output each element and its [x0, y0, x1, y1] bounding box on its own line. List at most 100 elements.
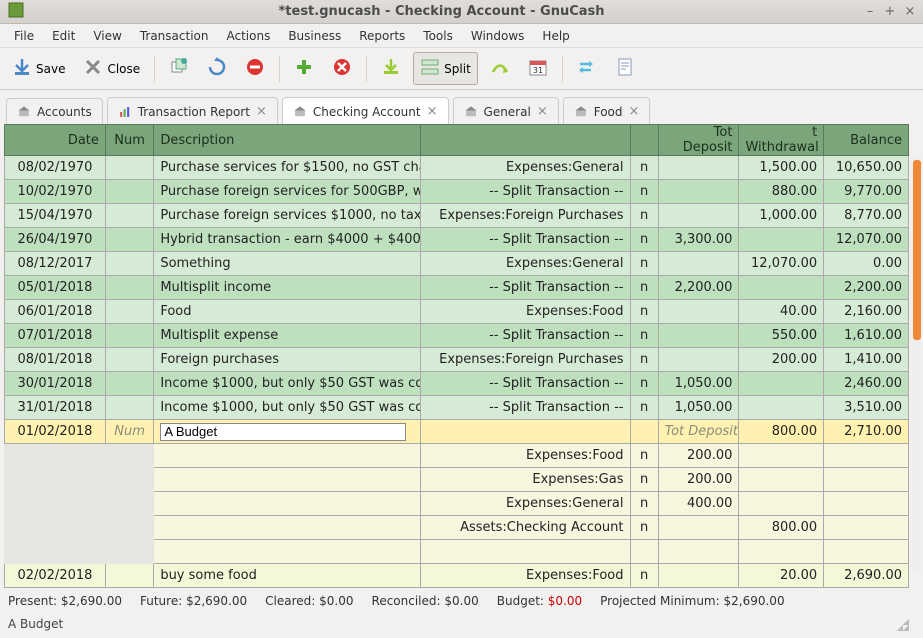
cell-date[interactable]: 08/02/1970	[5, 156, 106, 180]
register-table[interactable]: Date Num Description Tot Deposit t Withd…	[4, 124, 909, 588]
tab-close-icon[interactable]: ×	[256, 104, 267, 119]
duplicate-button[interactable]	[163, 53, 195, 84]
cell-withdrawal[interactable]: 200.00	[739, 348, 824, 372]
cell-desc[interactable]: Purchase services for $1500, no GST char…	[154, 156, 420, 180]
cell-num[interactable]	[105, 180, 153, 204]
menu-help[interactable]: Help	[534, 27, 577, 45]
cell-desc[interactable]: Multisplit income	[154, 276, 420, 300]
menu-tools[interactable]: Tools	[415, 27, 461, 45]
col-dep[interactable]: Tot Deposit	[658, 125, 739, 156]
cell-deposit[interactable]: 2,200.00	[658, 276, 739, 300]
cell-blank[interactable]	[154, 540, 420, 564]
cell-withdrawal[interactable]	[739, 276, 824, 300]
cell-date[interactable]: 05/01/2018	[5, 276, 106, 300]
split-row[interactable]: Expenses:Generaln400.00	[5, 492, 909, 516]
col-date[interactable]: Date	[5, 125, 106, 156]
col-acct[interactable]	[420, 125, 630, 156]
menu-transaction[interactable]: Transaction	[132, 27, 217, 45]
menu-file[interactable]: File	[6, 27, 42, 45]
cell-date[interactable]: 06/01/2018	[5, 300, 106, 324]
table-row[interactable]: 08/12/2017SomethingExpenses:Generaln12,0…	[5, 252, 909, 276]
table-row[interactable]: 06/01/2018FoodExpenses:Foodn40.002,160.0…	[5, 300, 909, 324]
cell-desc[interactable]: Food	[154, 300, 420, 324]
cell-reconcile[interactable]: n	[630, 492, 658, 516]
cell-deposit[interactable]	[658, 156, 739, 180]
cell-desc[interactable]	[154, 492, 420, 516]
col-num[interactable]: Num	[105, 125, 153, 156]
cell-num[interactable]	[105, 300, 153, 324]
maximize-button[interactable]: +	[883, 5, 897, 19]
cell-num[interactable]	[105, 372, 153, 396]
cell-deposit[interactable]	[658, 348, 739, 372]
cell-withdrawal[interactable]: 20.00	[739, 564, 824, 588]
enter-button[interactable]	[375, 53, 407, 84]
close-window-button[interactable]: ×	[903, 5, 917, 19]
menu-actions[interactable]: Actions	[218, 27, 278, 45]
cell-deposit[interactable]: Tot Deposit	[658, 420, 739, 444]
cell-reconcile[interactable]: n	[630, 324, 658, 348]
split-row[interactable]: Expenses:Foodn200.00	[5, 444, 909, 468]
cell-balance[interactable]: 2,200.00	[824, 276, 909, 300]
cell-deposit[interactable]: 400.00	[658, 492, 739, 516]
cell-reconcile[interactable]: n	[630, 348, 658, 372]
add-button[interactable]	[288, 53, 320, 84]
cell-withdrawal[interactable]: 1,500.00	[739, 156, 824, 180]
scrollbar-thumb[interactable]	[913, 160, 921, 340]
cell-balance[interactable]: 10,650.00	[824, 156, 909, 180]
cell-desc[interactable]: Something	[154, 252, 420, 276]
cell-num[interactable]	[105, 564, 153, 588]
cell-withdrawal[interactable]	[739, 468, 824, 492]
table-row[interactable]: 31/01/2018Income $1000, but only $50 GST…	[5, 396, 909, 420]
tab-close-icon[interactable]: ×	[629, 104, 640, 119]
minimize-button[interactable]: –	[863, 5, 877, 19]
col-bal[interactable]: Balance	[824, 125, 909, 156]
cell-reconcile[interactable]: n	[630, 252, 658, 276]
table-row[interactable]: 07/01/2018Multisplit expense-- Split Tra…	[5, 324, 909, 348]
cell-desc[interactable]: buy some food	[154, 564, 420, 588]
split-button[interactable]: Split	[413, 52, 478, 85]
cell-withdrawal[interactable]	[739, 372, 824, 396]
cell-deposit[interactable]: 1,050.00	[658, 396, 739, 420]
cell-balance[interactable]: 2,710.00	[824, 420, 909, 444]
cell-acct[interactable]: Expenses:Foreign Purchases	[420, 348, 630, 372]
cell-reconcile[interactable]: n	[630, 444, 658, 468]
cell-withdrawal[interactable]	[739, 444, 824, 468]
cell-date[interactable]: 15/04/1970	[5, 204, 106, 228]
cell-acct[interactable]: Expenses:Gas	[420, 468, 630, 492]
cell-acct[interactable]	[420, 420, 630, 444]
tab-accounts[interactable]: Accounts	[6, 98, 103, 125]
edit-row[interactable]: 01/02/2018NumTot Deposit800.002,710.00	[5, 420, 909, 444]
table-row[interactable]: 08/01/2018Foreign purchasesExpenses:Fore…	[5, 348, 909, 372]
cell-num[interactable]	[105, 204, 153, 228]
cell-balance[interactable]: 8,770.00	[824, 204, 909, 228]
cell-balance[interactable]: 3,510.00	[824, 396, 909, 420]
cell-date[interactable]: 07/01/2018	[5, 324, 106, 348]
tab-close-icon[interactable]: ×	[537, 104, 548, 119]
tab-checking-account[interactable]: Checking Account ×	[282, 97, 449, 125]
cell-reconcile[interactable]: n	[630, 276, 658, 300]
cell-reconcile[interactable]: n	[630, 564, 658, 588]
table-row[interactable]: 08/02/1970 Purchase services for $1500, n…	[5, 156, 909, 180]
cell-acct[interactable]: Expenses:General	[420, 492, 630, 516]
menu-view[interactable]: View	[85, 27, 129, 45]
table-row[interactable]: 10/02/1970Purchase foreign services for …	[5, 180, 909, 204]
cell-num[interactable]	[105, 228, 153, 252]
split-row[interactable]: Expenses:Gasn200.00	[5, 468, 909, 492]
cell-date[interactable]: 26/04/1970	[5, 228, 106, 252]
cell-balance[interactable]: 1,410.00	[824, 348, 909, 372]
menu-business[interactable]: Business	[280, 27, 349, 45]
delete-button[interactable]	[326, 53, 358, 84]
save-button[interactable]: Save	[6, 53, 71, 84]
cell-reconcile[interactable]: n	[630, 372, 658, 396]
cell-date[interactable]	[5, 492, 106, 516]
cell-withdrawal[interactable]: 40.00	[739, 300, 824, 324]
cell-date[interactable]: 02/02/2018	[5, 564, 106, 588]
cell-num[interactable]	[105, 516, 153, 540]
cell-blank[interactable]	[420, 540, 630, 564]
menu-reports[interactable]: Reports	[351, 27, 413, 45]
split-row[interactable]: Assets:Checking Accountn800.00	[5, 516, 909, 540]
cell-acct[interactable]: -- Split Transaction --	[420, 180, 630, 204]
cell-desc[interactable]: Hybrid transaction - earn $4000 + $400 G…	[154, 228, 420, 252]
cell-reconcile[interactable]: n	[630, 516, 658, 540]
close-button[interactable]: Close	[77, 53, 146, 84]
